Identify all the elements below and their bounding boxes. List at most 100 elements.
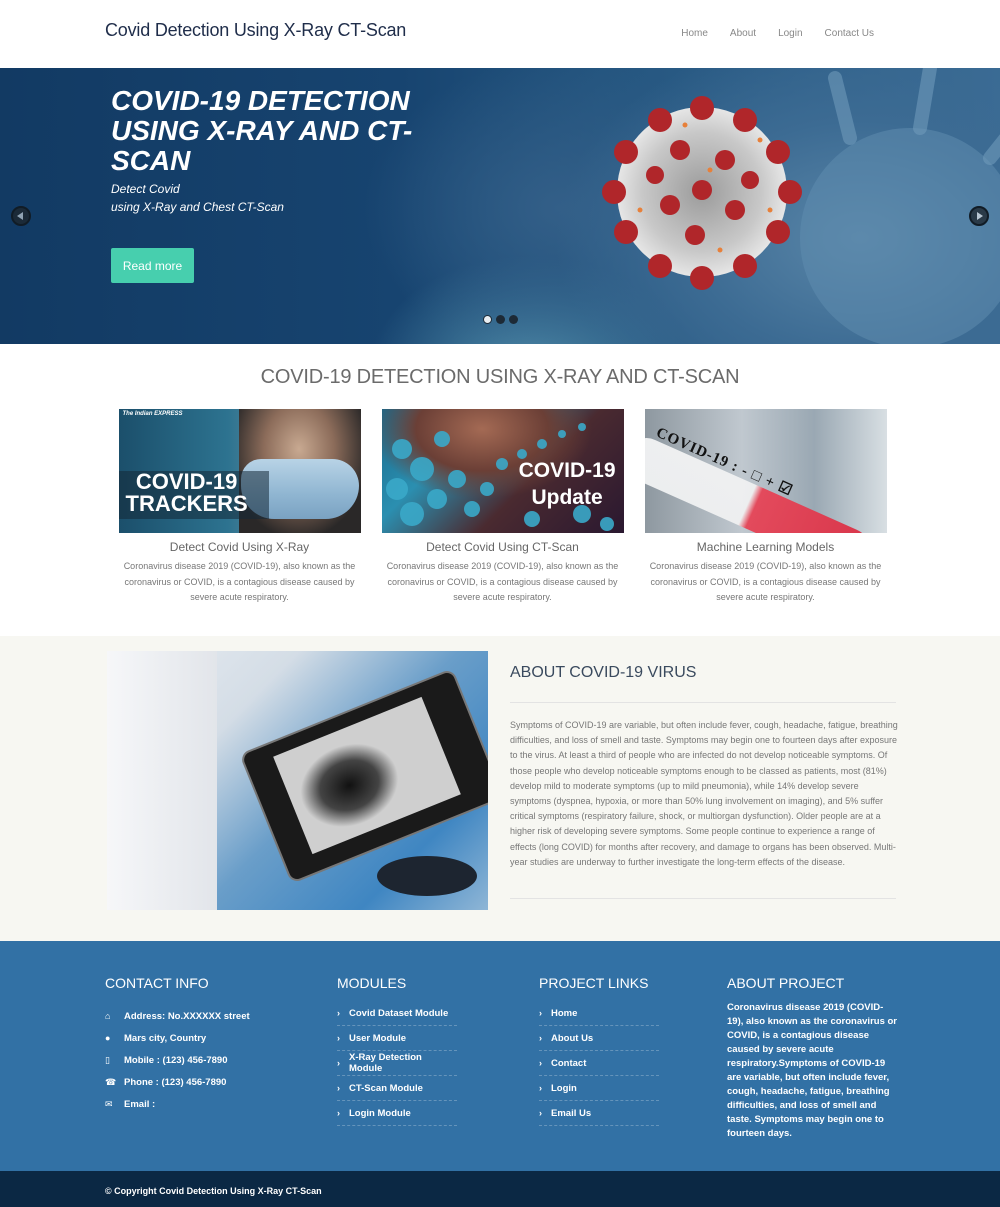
module-link: › X-Ray Detection Module (337, 1051, 457, 1076)
chevron-right-icon: › (539, 1033, 542, 1043)
contact-mobile: ▯ Mobile : (123) 456-7890 (105, 1049, 250, 1071)
carousel-dot-2[interactable] (496, 315, 505, 324)
contact-address: ⌂ Address: No.XXXXXX street (105, 1005, 250, 1027)
feature-card-ctscan[interactable]: COVID-19 Update Detect Covid Using CT-Sc… (381, 409, 624, 606)
carousel-dot-1[interactable] (483, 315, 492, 324)
copyright-text: © Copyright Covid Detection Using X-Ray … (105, 1186, 322, 1196)
arrow-right-circle-icon (977, 212, 983, 220)
globe-icon: ● (105, 1033, 111, 1043)
link-contact[interactable]: Contact (551, 1058, 586, 1069)
footer-modules: MODULES › Covid Dataset Module › User Modu… (337, 975, 457, 1126)
link-home[interactable]: Home (551, 1008, 577, 1019)
chevron-right-icon: › (539, 1008, 542, 1018)
module-link: › CT-Scan Module (337, 1076, 457, 1101)
copyright-bar: © Copyright Covid Detection Using X-Ray … (0, 1171, 1000, 1207)
module-xray-detection[interactable]: X-Ray Detection Module (349, 1052, 457, 1074)
phone-icon: ☎ (105, 1076, 117, 1087)
contact-text: Mobile : (123) 456-7890 (124, 1054, 228, 1066)
chevron-right-icon: › (539, 1058, 542, 1068)
project-link: › Contact (539, 1051, 659, 1076)
hero-title: COVID-19 DETECTION USING X-RAY AND CT-SC… (111, 85, 413, 176)
card-title: Machine Learning Models (696, 540, 835, 554)
card-text: Coronavirus disease 2019 (COVID-19), als… (386, 561, 619, 602)
contact-text: Address: No.XXXXXX street (124, 1010, 250, 1022)
contact-text: Phone : (123) 456-7890 (124, 1076, 227, 1088)
chevron-right-icon: › (337, 1108, 340, 1118)
link-about-us[interactable]: About Us (551, 1033, 593, 1044)
contact-text: Mars city, Country (124, 1032, 207, 1044)
main-nav: Home About Login Contact Us (659, 28, 874, 39)
footer-heading: CONTACT INFO (105, 975, 209, 991)
feature-cards: The Indian EXPRESS COVID-19 TRACKERS Dete… (5, 409, 1000, 606)
footer-heading: PROJECT LINKS (539, 975, 649, 991)
carousel-indicators (483, 315, 518, 324)
divider (510, 702, 896, 703)
chevron-right-icon: › (337, 1033, 340, 1043)
chevron-right-icon: › (337, 1083, 340, 1093)
card-text: Coronavirus disease 2019 (COVID-19), als… (649, 561, 882, 602)
footer-heading: MODULES (337, 975, 407, 991)
image-caption: COVID-19 TRACKERS (125, 469, 248, 516)
image-caption-line-2: Update (531, 486, 603, 509)
module-covid-dataset[interactable]: Covid Dataset Module (349, 1008, 448, 1019)
site-header: Covid Detection Using X-Ray CT-Scan Home… (0, 0, 1000, 68)
footer-about-project: ABOUT PROJECT Coronavirus disease 2019 (… (727, 975, 899, 1141)
hero-carousel: COVID-19 DETECTION USING X-RAY AND CT-SC… (0, 68, 1000, 344)
features-heading: COVID-19 DETECTION USING X-RAY AND CT-SC… (260, 366, 740, 388)
footer-project-links: PROJECT LINKS › Home › About Us › Contact ›… (539, 975, 659, 1126)
link-email-us[interactable]: Email Us (551, 1108, 591, 1119)
module-login[interactable]: Login Module (349, 1108, 411, 1119)
about-section: ABOUT COVID-19 VIRUS Symptoms of COVID-1… (0, 636, 1000, 941)
read-more-button[interactable]: Read more (111, 248, 194, 283)
about-title: ABOUT COVID-19 VIRUS (510, 664, 697, 681)
carousel-dot-3[interactable] (509, 315, 518, 324)
hero-subtitle-line-1: Detect Covid (111, 182, 180, 196)
feature-card-ml-models[interactable]: COVID-19 : - □ + ☑ Machine Learning Mode… (644, 409, 887, 606)
project-link: › Home (539, 1001, 659, 1026)
carousel-next-button[interactable] (969, 206, 989, 226)
image-caption: COVID-19 Update (519, 457, 616, 511)
nav-home[interactable]: Home (681, 28, 708, 39)
footer-heading: ABOUT PROJECT (727, 975, 845, 991)
link-login[interactable]: Login (551, 1083, 577, 1094)
image-caption-line-1: COVID-19 (518, 459, 616, 482)
project-link: › Email Us (539, 1101, 659, 1126)
contact-city: ● Mars city, Country (105, 1027, 250, 1049)
contact-email: ✉ Email : (105, 1093, 250, 1115)
covid-trackers-image: The Indian EXPRESS COVID-19 TRACKERS (118, 409, 361, 533)
project-link: › About Us (539, 1026, 659, 1051)
card-title: Detect Covid Using X-Ray (169, 540, 310, 554)
site-brand[interactable]: Covid Detection Using X-Ray CT-Scan (105, 20, 406, 41)
covid-update-image: COVID-19 Update (381, 409, 624, 533)
test-tube-image: COVID-19 : - □ + ☑ (644, 409, 887, 533)
about-text: Symptoms of COVID-19 are variable, but o… (510, 720, 898, 867)
doctor-coat-graphic (107, 651, 217, 910)
contact-phone: ☎ Phone : (123) 456-7890 (105, 1071, 250, 1093)
envelope-icon: ✉ (105, 1098, 113, 1109)
nav-contact-us[interactable]: Contact Us (825, 28, 874, 39)
module-ctscan[interactable]: CT-Scan Module (349, 1083, 423, 1094)
chevron-right-icon: › (539, 1108, 542, 1118)
background-virus-image (800, 68, 1000, 344)
module-user[interactable]: User Module (349, 1033, 406, 1044)
mobile-icon: ▯ (105, 1054, 110, 1065)
nav-about[interactable]: About (730, 28, 756, 39)
site-footer: CONTACT INFO ⌂ Address: No.XXXXXX street … (0, 941, 1000, 1171)
contact-text: Email : (124, 1098, 156, 1110)
hero-subtitle: Detect Covid using X-Ray and Chest CT-Sc… (111, 180, 284, 216)
chevron-right-icon: › (337, 1008, 340, 1018)
module-link: › Login Module (337, 1101, 457, 1126)
nav-login[interactable]: Login (778, 28, 802, 39)
hero-subtitle-line-2: using X-Ray and Chest CT-Scan (111, 200, 284, 214)
module-link: › User Module (337, 1026, 457, 1051)
feature-card-xray[interactable]: The Indian EXPRESS COVID-19 TRACKERS Dete… (118, 409, 361, 606)
card-text: Coronavirus disease 2019 (COVID-19), als… (123, 561, 356, 602)
doctor-tablet-xray-image (107, 651, 488, 910)
stool-graphic (377, 856, 477, 896)
coronavirus-image (602, 96, 802, 290)
project-link: › Login (539, 1076, 659, 1101)
features-section: COVID-19 DETECTION USING X-RAY AND CT-SC… (0, 344, 1000, 636)
carousel-prev-button[interactable] (11, 206, 31, 226)
about-project-text: Coronavirus disease 2019 (COVID-19), als… (727, 1002, 897, 1139)
module-link: › Covid Dataset Module (337, 1001, 457, 1026)
